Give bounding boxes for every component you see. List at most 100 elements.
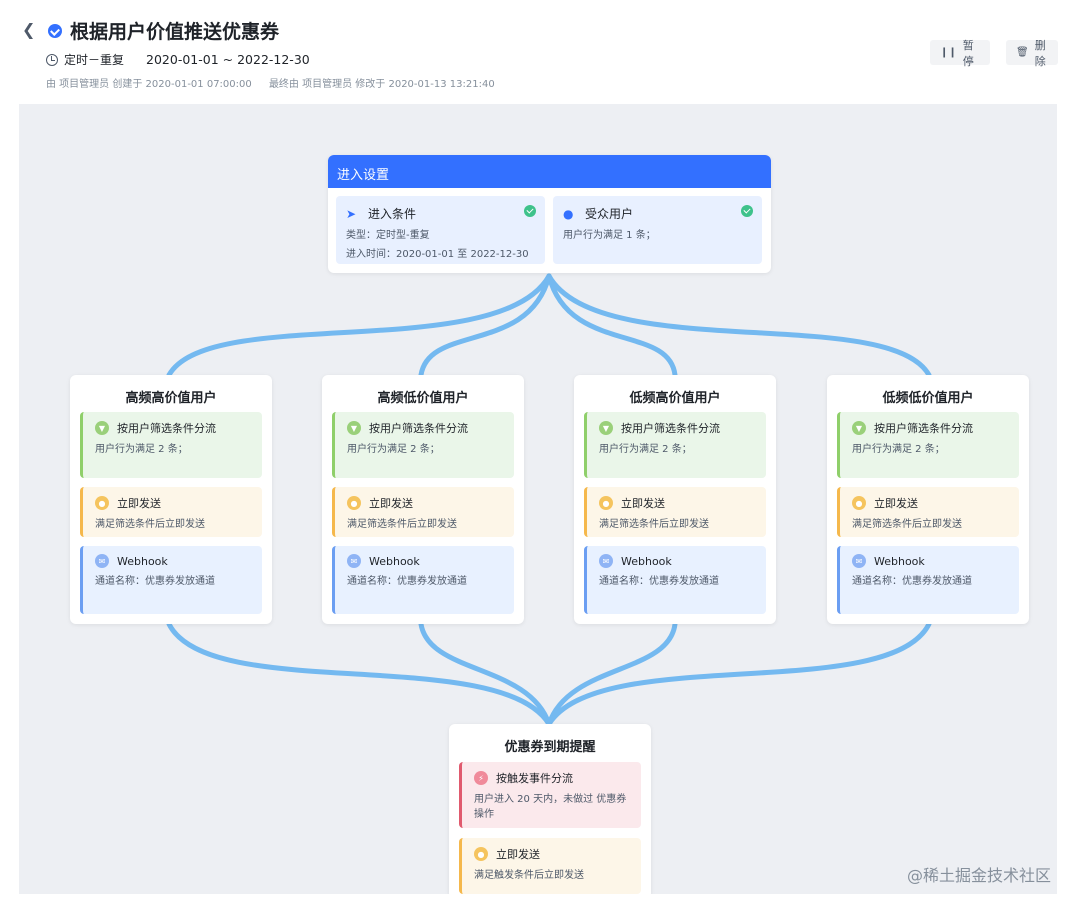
filter-step[interactable]: ▼ 按用户筛选条件分流 用户行为满足 2 条； [80,412,262,478]
filter-step-desc: 用户行为满足 2 条； [95,444,188,455]
audit-info: 由 项目管理员 创建于 2020-01-01 07:00:00 最终由 项目管理… [46,75,509,90]
send-step[interactable]: ● 立即发送 满足筛选条件后立即发送 [837,487,1019,537]
branch-node[interactable]: 低频低价值用户 ▼ 按用户筛选条件分流 用户行为满足 2 条； ● 立即发送 满足筛… [827,375,1029,624]
entry-settings-title: 进入设置 [328,155,771,188]
check-circle-icon [741,205,753,217]
mail-icon: ✉ [95,554,109,568]
entry-condition-time: 进入时间：2020-01-01 至 2022-12-30 [346,249,529,260]
entry-settings-node[interactable]: 进入设置 ➤ 进入条件 类型：定时型-重复 进入时间：2020-01-01 至 … [328,155,771,273]
entry-condition-title: 进入条件 [368,207,417,221]
webhook-step-title: Webhook [117,554,168,568]
clock-icon: ● [95,496,109,510]
send-step-desc: 满足筛选条件后立即发送 [599,519,709,530]
page-title: 根据用户价值推送优惠券 [70,21,280,43]
send-step-title: 立即发送 [496,848,540,861]
filter-step-title: 按用户筛选条件分流 [874,422,973,435]
webhook-step-desc: 通道名称：优惠券发放通道 [95,576,215,587]
audience-title: 受众用户 [585,207,634,221]
send-step[interactable]: ● 立即发送 满足触发条件后立即发送 [459,838,641,894]
user-icon: ● [563,206,574,221]
webhook-step[interactable]: ✉ Webhook 通道名称：优惠券发放通道 [584,546,766,614]
paper-plane-icon: ➤ [346,206,357,221]
coupon-expiry-node[interactable]: 优惠券到期提醒 ⚡ 按触发事件分流 用户进入 20 天内，未做过 优惠券操作 ● 立… [449,724,651,894]
filter-icon: ▼ [852,421,866,435]
trigger-step[interactable]: ⚡ 按触发事件分流 用户进入 20 天内，未做过 优惠券操作 [459,762,641,828]
flow-canvas[interactable]: 进入设置 ➤ 进入条件 类型：定时型-重复 进入时间：2020-01-01 至 … [19,104,1057,894]
send-step-desc: 满足触发条件后立即发送 [474,870,584,881]
clock-icon: ● [347,496,361,510]
audience-card[interactable]: ● 受众用户 用户行为满足 1 条； [553,196,762,264]
trigger-step-title: 按触发事件分流 [496,772,573,785]
filter-step-title: 按用户筛选条件分流 [369,422,468,435]
filter-step[interactable]: ▼ 按用户筛选条件分流 用户行为满足 2 条； [332,412,514,478]
filter-step-desc: 用户行为满足 2 条； [599,444,692,455]
send-step-title: 立即发送 [117,497,161,510]
pause-label: 暂停 [962,38,974,68]
status-check-icon [48,24,62,38]
webhook-step-desc: 通道名称：优惠券发放通道 [599,576,719,587]
connector-entry-branch-1 [166,273,552,378]
filter-step-desc: 用户行为满足 2 条； [852,444,945,455]
delete-label: 删除 [1034,38,1046,68]
clock-icon: ● [474,847,488,861]
mail-icon: ✉ [347,554,361,568]
send-step-title: 立即发送 [621,497,665,510]
webhook-step-title: Webhook [874,554,925,568]
send-step-desc: 满足筛选条件后立即发送 [852,519,962,530]
branch-title: 低频低价值用户 [882,391,974,406]
pause-icon: ❙❙ [940,47,957,58]
filter-icon: ▼ [347,421,361,435]
trash-icon: 🗑 [1016,47,1029,58]
date-range: 2020-01-01 ~ 2022-12-30 [146,52,310,67]
filter-step[interactable]: ▼ 按用户筛选条件分流 用户行为满足 2 条； [837,412,1019,478]
clock-icon: ● [599,496,613,510]
chevron-left-icon[interactable]: ❮ [22,20,35,39]
webhook-step-desc: 通道名称：优惠券发放通道 [347,576,467,587]
connector-branch-3-final [546,621,678,727]
webhook-step[interactable]: ✉ Webhook 通道名称：优惠券发放通道 [837,546,1019,614]
audience-rule: 用户行为满足 1 条； [563,230,656,241]
connector-entry-branch-4 [546,273,932,378]
send-step[interactable]: ● 立即发送 满足筛选条件后立即发送 [584,487,766,537]
lightning-icon: ⚡ [474,771,488,785]
branch-title: 低频高价值用户 [629,391,721,406]
mail-icon: ✉ [852,554,866,568]
page-header: ❮ 根据用户价值推送优惠券 定时－重复 2020-01-01 ~ 2022-12… [0,0,1080,100]
filter-icon: ▼ [599,421,613,435]
modified-info: 最终由 项目管理员 修改于 2020-01-13 13:21:40 [268,79,495,90]
clock-icon [46,53,58,66]
final-node-title: 优惠券到期提醒 [504,740,596,755]
delete-button[interactable]: 🗑 删除 [1006,39,1058,68]
entry-condition-card[interactable]: ➤ 进入条件 类型：定时型-重复 进入时间：2020-01-01 至 2022-… [336,196,545,264]
pause-button[interactable]: ❙❙ 暂停 [930,39,990,68]
send-step[interactable]: ● 立即发送 满足筛选条件后立即发送 [332,487,514,537]
send-step-title: 立即发送 [369,497,413,510]
send-step[interactable]: ● 立即发送 满足筛选条件后立即发送 [80,487,262,537]
webhook-step-title: Webhook [621,554,672,568]
schedule-type: 定时－重复 [64,53,125,67]
send-step-desc: 满足筛选条件后立即发送 [347,519,457,530]
connector-branch-2-final [418,621,552,727]
filter-step[interactable]: ▼ 按用户筛选条件分流 用户行为满足 2 条； [584,412,766,478]
webhook-step-desc: 通道名称：优惠券发放通道 [852,576,972,587]
branch-node[interactable]: 低频高价值用户 ▼ 按用户筛选条件分流 用户行为满足 2 条； ● 立即发送 满足筛… [574,375,776,624]
clock-icon: ● [852,496,866,510]
branch-node[interactable]: 高频低价值用户 ▼ 按用户筛选条件分流 用户行为满足 2 条； ● 立即发送 满足筛… [322,375,524,624]
filter-step-title: 按用户筛选条件分流 [117,422,216,435]
filter-icon: ▼ [95,421,109,435]
trigger-step-desc: 用户进入 20 天内，未做过 优惠券操作 [474,794,627,820]
branch-title: 高频高价值用户 [125,391,217,406]
filter-step-title: 按用户筛选条件分流 [621,422,720,435]
send-step-desc: 满足筛选条件后立即发送 [95,519,205,530]
check-circle-icon [524,205,536,217]
filter-step-desc: 用户行为满足 2 条； [347,444,440,455]
entry-condition-type: 类型：定时型-重复 [346,230,430,241]
webhook-step[interactable]: ✉ Webhook 通道名称：优惠券发放通道 [332,546,514,614]
webhook-step-title: Webhook [369,554,420,568]
mail-icon: ✉ [599,554,613,568]
branch-title: 高频低价值用户 [377,391,469,406]
webhook-step[interactable]: ✉ Webhook 通道名称：优惠券发放通道 [80,546,262,614]
branch-node[interactable]: 高频高价值用户 ▼ 按用户筛选条件分流 用户行为满足 2 条； ● 立即发送 满足筛… [70,375,272,624]
watermark: @稀土掘金技术社区 [906,866,1051,885]
created-info: 由 项目管理员 创建于 2020-01-01 07:00:00 [46,79,252,90]
